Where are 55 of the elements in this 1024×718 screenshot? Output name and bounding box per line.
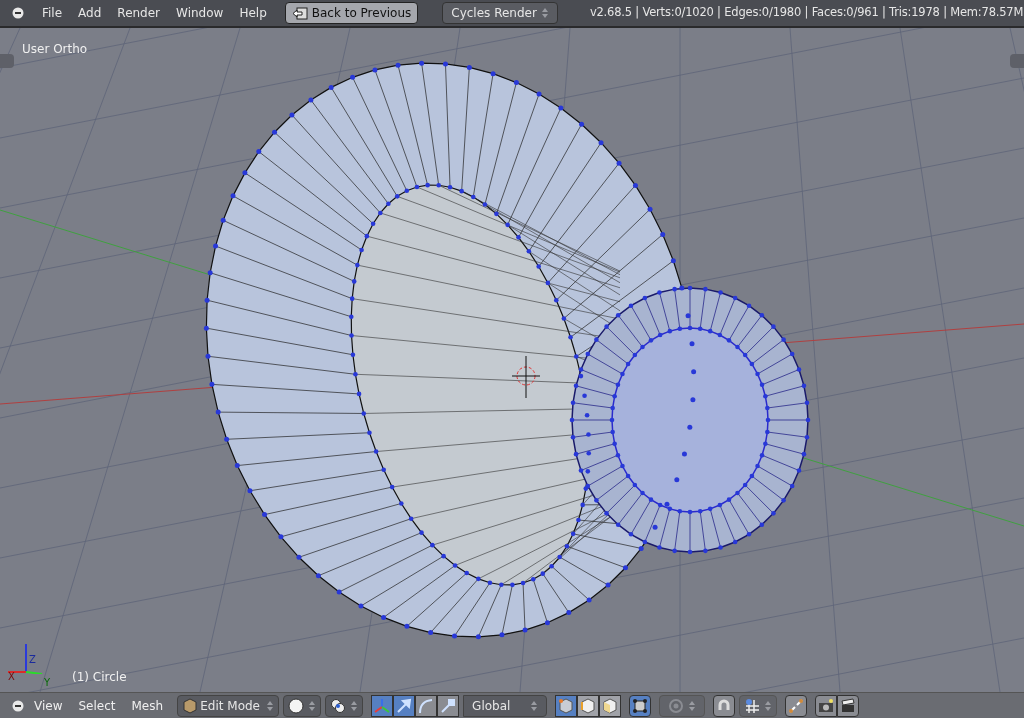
limit-visible-button[interactable] [629,694,652,717]
orientation-dropdown[interactable]: Global [463,694,548,717]
view-label: User Ortho [22,41,88,58]
manipulator-button[interactable] [415,694,438,717]
grid-snap-icon [744,697,761,714]
arrows-inward-icon [788,697,805,714]
axis-label: X [8,672,15,682]
panel-toggle-icon[interactable] [1010,54,1024,68]
retopology-button[interactable] [785,694,808,717]
cube-vertex-icon [557,696,576,715]
render-image-button[interactable] [815,694,838,717]
collapse-icon[interactable] [12,7,24,19]
camera-icon [818,697,835,714]
menu-item[interactable]: Render [111,4,167,22]
shading-dropdown[interactable] [283,694,322,717]
menu-item[interactable]: View [28,696,69,715]
panel-toggle-icon[interactable] [0,54,14,68]
snap-element-dropdown[interactable] [739,694,778,717]
select-mode-button[interactable] [599,694,622,717]
cube-face-icon [601,696,620,715]
render-animation-button[interactable] [837,694,860,717]
select-mode-button[interactable] [555,694,578,717]
stats-text: v2.68.5 | Verts:0/1020 | Edges:0/1980 | Faces:0/961 | Tris:1978 | Mem:78.57M [589,4,1024,22]
snap-toggle[interactable] [713,694,736,717]
render-engine-dropdown[interactable]: Cycles Render [442,2,558,24]
menu-item[interactable]: Mesh [125,696,170,715]
circle-icon [668,697,685,714]
vertices-square-icon [632,697,649,714]
manipulator-button[interactable] [437,694,460,717]
menu-item[interactable]: Select [72,696,122,715]
sphere-icon [288,697,305,714]
collapse-icon[interactable] [12,699,24,712]
menu-item[interactable]: File [36,4,69,22]
stepper-icon [540,6,549,20]
arrow-icon [395,696,414,715]
menu-item[interactable]: Add [72,4,108,22]
manipulator-button[interactable] [393,694,416,717]
scale-icon [439,696,458,715]
cube-edge-icon [579,696,598,715]
cube-icon [182,697,199,714]
back-arrow-icon [291,6,308,20]
axes-icon [373,696,392,715]
menu-item[interactable]: Window [170,4,230,22]
back-button[interactable]: Back to Previous [284,2,419,24]
3d-cursor-icon [512,356,540,398]
select-mode-button[interactable] [577,694,600,717]
manipulator-button[interactable] [371,694,394,717]
mode-dropdown[interactable]: Edit Mode [177,694,280,717]
menu-item[interactable]: Help [233,4,273,22]
pivot-dropdown[interactable] [325,694,364,717]
pivot-icon [330,697,347,714]
object-label: (1) Circle [72,669,127,686]
axis-label: Z [29,655,36,665]
axis-label: Y [44,678,51,688]
clapperboard-icon [840,697,857,714]
